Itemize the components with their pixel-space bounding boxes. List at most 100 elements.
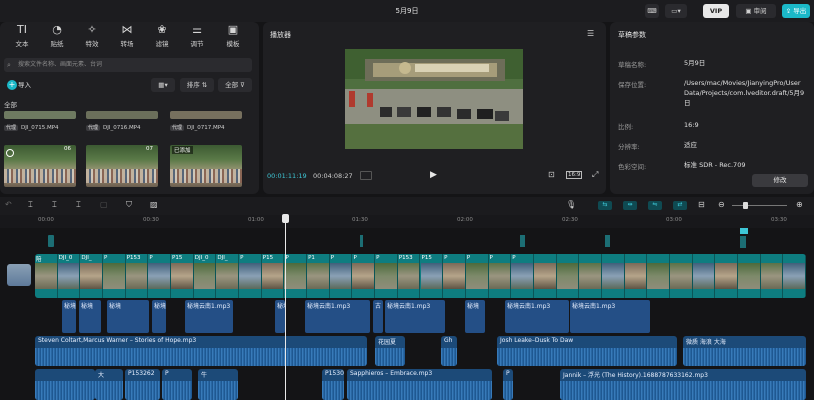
- timeline-ruler[interactable]: [0, 215, 814, 228]
- snap-icon[interactable]: ⇹: [623, 201, 637, 210]
- text-clip[interactable]: [740, 236, 746, 248]
- expand-icon[interactable]: ⤢: [592, 170, 598, 180]
- sfx-clip[interactable]: 秘境: [152, 300, 166, 333]
- sfx-clip[interactable]: 秘境云南1.mp3: [570, 300, 650, 333]
- tool-adjust[interactable]: ⚌ 调节: [180, 24, 214, 49]
- zoom-out-icon[interactable]: ⊖: [718, 200, 725, 209]
- media-file-0[interactable]: 代理 DJI_0715.MP4: [4, 124, 59, 131]
- audio-clip[interactable]: 大: [95, 369, 123, 400]
- media-thumb[interactable]: [170, 111, 242, 119]
- video-clip[interactable]: P: [443, 254, 466, 298]
- linkage-icon[interactable]: ⇋: [648, 201, 662, 210]
- video-clip[interactable]: [556, 254, 580, 298]
- video-clip[interactable]: P: [488, 254, 512, 298]
- video-clip[interactable]: P15: [420, 254, 444, 298]
- sfx-clip[interactable]: 秘境: [107, 300, 149, 333]
- video-clip[interactable]: P153: [397, 254, 421, 298]
- video-clip[interactable]: DJI_0: [57, 254, 81, 298]
- video-clip[interactable]: P: [239, 254, 262, 298]
- tool-template[interactable]: ▣ 模板: [216, 24, 250, 49]
- text-clip[interactable]: [360, 235, 363, 247]
- delete-icon[interactable]: ▢: [100, 200, 108, 209]
- sort-button[interactable]: 排序 ⇅: [180, 78, 214, 92]
- video-clip[interactable]: [669, 254, 693, 298]
- modify-button[interactable]: 修改: [752, 174, 808, 187]
- video-clip[interactable]: P: [352, 254, 376, 298]
- link-icon[interactable]: ⇆: [598, 201, 612, 210]
- audio-clip[interactable]: P: [503, 369, 513, 400]
- undo-icon[interactable]: ↶: [5, 200, 12, 209]
- video-clip[interactable]: P: [103, 254, 126, 298]
- audio-clip[interactable]: P153262: [125, 369, 160, 400]
- sfx-clip[interactable]: 秘境: [79, 300, 101, 333]
- media-file-1[interactable]: 代理 DJI_0716.MP4: [86, 124, 141, 131]
- sfx-clip[interactable]: 秘境: [275, 300, 285, 333]
- keyframe-marker[interactable]: [740, 228, 748, 234]
- video-clip[interactable]: P153: [125, 254, 149, 298]
- video-clip[interactable]: [692, 254, 716, 298]
- fit-icon[interactable]: ⊟: [698, 200, 705, 209]
- video-clip[interactable]: [624, 254, 648, 298]
- audio-clip[interactable]: [35, 369, 95, 400]
- media-thumb[interactable]: [4, 111, 76, 119]
- fullscreen-crop-icon[interactable]: ⊡: [548, 170, 555, 179]
- tool-text[interactable]: TI 文本: [5, 24, 39, 49]
- video-clip[interactable]: [533, 254, 557, 298]
- music-clip[interactable]: Gh: [441, 336, 457, 366]
- video-clip[interactable]: [760, 254, 784, 298]
- video-clip[interactable]: [783, 254, 806, 298]
- mic-icon[interactable]: 🎙: [566, 200, 576, 209]
- sfx-clip[interactable]: 秘境云南1.mp3: [185, 300, 233, 333]
- shortcut-icon[interactable]: ⌨: [645, 4, 659, 18]
- tool-sticker[interactable]: ◔ 贴纸: [40, 24, 74, 49]
- split-icon[interactable]: ⌶: [28, 200, 33, 210]
- marker-icon[interactable]: ⛉: [126, 200, 132, 210]
- video-clip[interactable]: P: [284, 254, 308, 298]
- filter-button[interactable]: 全部 ⊽: [218, 78, 252, 92]
- playhead[interactable]: [285, 215, 286, 400]
- video-clip[interactable]: [647, 254, 670, 298]
- audio-clip[interactable]: P: [162, 369, 192, 400]
- sfx-clip[interactable]: 秘境云南1.mp3: [505, 300, 569, 333]
- audio-clip[interactable]: P1530: [322, 369, 344, 400]
- split-left-icon[interactable]: ⌶: [52, 200, 57, 210]
- video-clip[interactable]: 陪: [35, 254, 58, 298]
- music-clip[interactable]: 微质 海浪 大海: [683, 336, 806, 366]
- sfx-clip[interactable]: 秘境云南1.mp3: [305, 300, 370, 333]
- import-button[interactable]: 导入: [4, 79, 42, 92]
- review-button[interactable]: ▣ 审阅: [736, 4, 776, 18]
- audio-clip[interactable]: Jannik – 浮光 (The History).1688787633162.…: [560, 369, 806, 400]
- search-input[interactable]: 搜索文件名称、画面元素、台词: [4, 58, 252, 72]
- text-clip[interactable]: [48, 235, 54, 247]
- video-clip[interactable]: P15: [171, 254, 194, 298]
- media-file-2[interactable]: 代理 DJI_0717.MP4: [170, 124, 225, 131]
- music-clip[interactable]: Steven Coltart,Marcus Warner – Stories o…: [35, 336, 367, 366]
- audio-clip[interactable]: 牛: [198, 369, 238, 400]
- video-clip[interactable]: P15: [261, 254, 285, 298]
- sfx-clip[interactable]: 秘境: [62, 300, 76, 333]
- video-clip[interactable]: P: [511, 254, 534, 298]
- video-clip[interactable]: [715, 254, 738, 298]
- ratio-button[interactable]: 16:9: [566, 171, 583, 179]
- video-clip[interactable]: [601, 254, 625, 298]
- video-clip[interactable]: P: [329, 254, 353, 298]
- tool-effects[interactable]: ✧ 特效: [75, 24, 109, 49]
- preview-axis-icon[interactable]: ⇄: [673, 201, 687, 210]
- tool-transition[interactable]: ⋈ 转场: [110, 24, 144, 49]
- split-right-icon[interactable]: ⌶: [76, 200, 81, 210]
- image-icon[interactable]: ▨: [150, 200, 158, 209]
- video-clip[interactable]: P: [375, 254, 398, 298]
- text-clip[interactable]: [605, 235, 610, 247]
- video-track[interactable]: 陪 DJI_0 DJI_ P P153 P P15 DJI_0 DJI_ P P15 P P1 P P P P1…: [35, 254, 806, 298]
- audio-clip[interactable]: Sapphieros – Embrace.mp3: [347, 369, 492, 400]
- playhead-handle[interactable]: [282, 214, 289, 223]
- sfx-clip[interactable]: 古: [373, 300, 383, 333]
- view-mode-button[interactable]: ▦▾: [151, 78, 175, 92]
- layout-icon[interactable]: ▭▾: [665, 4, 687, 18]
- select-checkbox[interactable]: [6, 149, 14, 157]
- video-clip[interactable]: P: [148, 254, 172, 298]
- video-clip[interactable]: [737, 254, 761, 298]
- zoom-slider[interactable]: [732, 205, 787, 206]
- vip-badge[interactable]: VIP: [703, 4, 729, 18]
- music-clip[interactable]: Josh Leake–Dusk To Daw: [497, 336, 677, 366]
